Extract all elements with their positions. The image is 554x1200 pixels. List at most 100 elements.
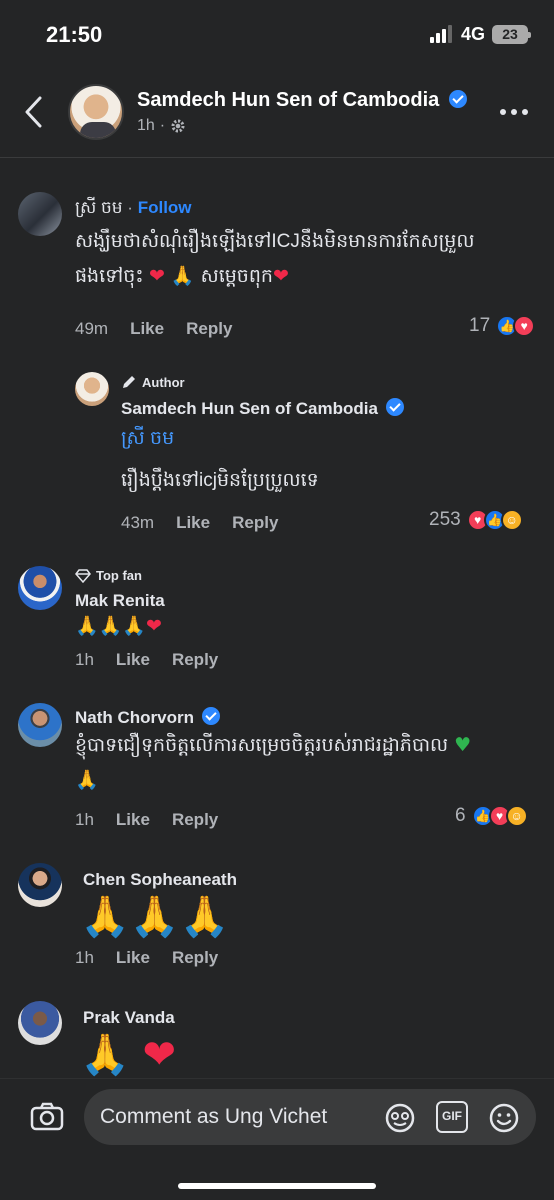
page-name: Samdech Hun Sen of Cambodia (137, 89, 440, 111)
emoji-icon[interactable] (488, 1102, 520, 1134)
comment-author[interactable]: Chen Sopheaneath (83, 870, 237, 890)
heart-emoji: ❤ (148, 265, 171, 287)
comment-input[interactable]: Comment as Ung Vichet GIF (84, 1089, 536, 1145)
comment-actions: 43m Like Reply (121, 513, 278, 533)
comment-author-line: ស្រី ចម · Follow (75, 197, 192, 222)
gear-icon (171, 119, 185, 133)
network-label: 4G (461, 24, 486, 44)
comment-composer: Comment as Ung Vichet GIF (0, 1078, 554, 1200)
comment-text: សង្ឃឹមថាសំណុំរឿងឡើងទៅICJនឹងមិនមានការកែសម… (75, 225, 545, 294)
verified-badge-icon (385, 398, 404, 416)
comment-text: 🙏🙏🙏 (80, 890, 229, 944)
green-heart-emoji: ♥ (448, 734, 472, 756)
pray-emoji: 🙏🙏🙏 (80, 894, 230, 940)
avatar[interactable] (18, 1001, 62, 1045)
badge-label: Top fan (96, 568, 142, 583)
comment-fragment: ខ្ញុំបាទជឿទុកចិត្តលើការសម្រេចចិត្តរបស់រា… (75, 735, 449, 756)
comment-author[interactable]: Nath Chorvorn (75, 708, 194, 727)
reaction-icons: ♥ 👍 ☺ (466, 509, 523, 531)
reply-button[interactable]: Reply (172, 810, 218, 830)
avatar[interactable] (18, 566, 62, 610)
avatar[interactable] (18, 863, 62, 907)
love-reaction-icon: ♥ (513, 315, 536, 337)
like-button[interactable]: Like (130, 319, 164, 339)
reply-button[interactable]: Reply (172, 650, 218, 670)
like-button[interactable]: Like (116, 948, 150, 968)
like-button[interactable]: Like (116, 810, 150, 830)
post-time: 1h (137, 117, 155, 134)
comment-time: 49m (75, 319, 109, 338)
comment-fragment: សម្ដេចពុក (200, 266, 273, 287)
reply-button[interactable]: Reply (186, 319, 232, 339)
comment-time: 1h (75, 650, 94, 669)
comment-line: ផងទៅចុះ ❤ 🙏 សម្ដេចពុក❤ (75, 259, 545, 294)
status-bar: 21:50 4G 23 (0, 0, 554, 70)
comment-author[interactable]: ស្រី ចម (75, 198, 123, 217)
comment-placeholder: Comment as Ung Vichet (100, 1105, 328, 1128)
comment-actions: 1h Like Reply (75, 810, 218, 830)
follow-button[interactable]: Follow (138, 198, 192, 217)
reply-button[interactable]: Reply (232, 513, 278, 533)
care-reaction-icon: ☺ (505, 805, 528, 827)
avatar[interactable] (75, 372, 109, 406)
badge-label: Author (142, 374, 185, 390)
reaction-icons: 👍 ♥ ☺ (471, 805, 528, 827)
comment-author[interactable]: Prak Vanda (83, 1008, 175, 1028)
reply-button[interactable]: Reply (172, 948, 218, 968)
comment-author[interactable]: Mak Renita (75, 591, 165, 611)
back-chevron-icon[interactable] (20, 94, 50, 130)
comment-actions: 49m Like Reply (75, 319, 232, 339)
name-separator: · (127, 198, 133, 217)
heart-emoji: ❤ (145, 615, 162, 637)
care-reaction-icon: ☺ (500, 509, 523, 531)
reaction-count: 17 (469, 315, 491, 336)
verified-badge-icon (448, 90, 467, 108)
page-title[interactable]: Samdech Hun Sen of Cambodia (137, 89, 467, 112)
author-badge: Author (121, 374, 185, 390)
meta-separator: · (159, 117, 166, 134)
more-dots-icon[interactable] (500, 104, 536, 120)
comment-line: ខ្ញុំបាទជឿទុកចិត្តលើការសម្រេចចិត្តរបស់រា… (75, 728, 535, 763)
reaction-summary[interactable]: 6 👍 ♥ ☺ (455, 805, 528, 827)
post-meta: 1h · (137, 117, 186, 135)
diamond-icon (75, 568, 91, 583)
pray-emoji: 🙏 (80, 1032, 130, 1078)
comment-fragment: ផងទៅចុះ (75, 266, 149, 287)
pray-emoji: 🙏 (170, 265, 201, 287)
mention-link[interactable]: ស្រី ចម (121, 422, 541, 456)
battery-icon: 23 (492, 25, 531, 44)
top-fan-badge: Top fan (75, 568, 142, 583)
gif-icon[interactable]: GIF (436, 1101, 468, 1133)
signal-icon (430, 25, 454, 43)
comment-time: 43m (121, 513, 155, 532)
sticker-icon[interactable] (384, 1102, 416, 1134)
gif-label: GIF (442, 1109, 462, 1123)
page-avatar[interactable] (68, 84, 124, 140)
heart-emoji: ❤ (272, 265, 289, 287)
battery-level: 23 (502, 26, 518, 42)
comment-text: ស្រី ចម រឿងប្ដឹងទៅicjមិនប្រែប្រួលទេ (121, 422, 541, 498)
reaction-icons: 👍 ♥ (496, 315, 536, 337)
comment-text: 🙏🙏🙏❤ (75, 609, 162, 644)
comment-author[interactable]: Samdech Hun Sen of Cambodia (121, 399, 378, 418)
reaction-summary[interactable]: 253 ♥ 👍 ☺ (429, 509, 523, 531)
like-button[interactable]: Like (116, 650, 150, 670)
reaction-count: 253 (429, 509, 461, 530)
camera-icon[interactable] (30, 1101, 64, 1131)
pray-emoji: 🙏 (75, 769, 99, 791)
avatar[interactable] (18, 192, 62, 236)
comment-author-line: Samdech Hun Sen of Cambodia (121, 398, 404, 419)
pencil-icon (123, 376, 135, 388)
comment-line: រឿងប្ដឹងទៅicjមិនប្រែប្រួលទេ (121, 470, 319, 491)
comment-time: 1h (75, 948, 94, 967)
reaction-count: 6 (455, 805, 466, 826)
like-button[interactable]: Like (176, 513, 210, 533)
comment-author-line: Nath Chorvorn (75, 707, 220, 728)
comment-text: ខ្ញុំបាទជឿទុកចិត្តលើការសម្រេចចិត្តរបស់រា… (75, 728, 535, 797)
status-time: 21:50 (46, 22, 103, 47)
post-header: Samdech Hun Sen of Cambodia 1h · (0, 70, 554, 158)
avatar[interactable] (18, 703, 62, 747)
comment-time: 1h (75, 810, 94, 829)
verified-badge-icon (201, 707, 220, 725)
reaction-summary[interactable]: 17 👍 ♥ (469, 315, 536, 337)
